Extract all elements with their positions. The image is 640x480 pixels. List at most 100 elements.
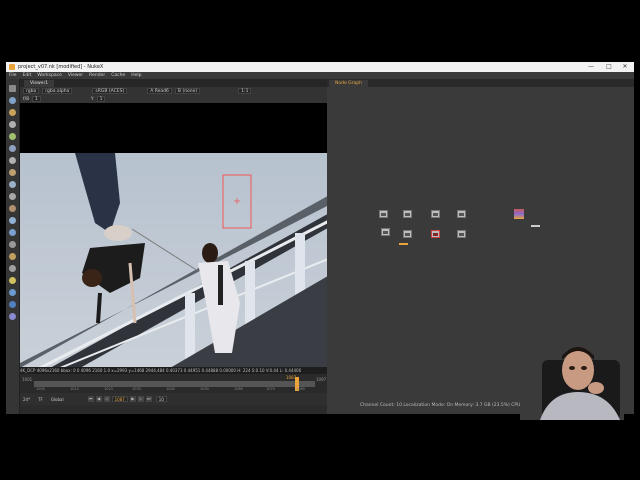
- playhead-frame: 1087: [286, 375, 297, 380]
- transform-tool-icon[interactable]: [9, 181, 16, 188]
- node-dot[interactable]: [531, 225, 540, 227]
- node-thumbnail: [459, 213, 464, 216]
- node-thumbnail: [405, 233, 410, 236]
- play-back-icon[interactable]: ◁: [103, 396, 110, 402]
- minimize-button[interactable]: —: [584, 62, 598, 72]
- fps-field[interactable]: 24*: [23, 397, 30, 402]
- viewer-info-bar: 4K_DCP 4096x2160 bbox: 0 0 4096 2160 1.0…: [20, 367, 327, 374]
- node-read-4[interactable]: [457, 210, 466, 218]
- current-frame-field[interactable]: 1087: [111, 396, 128, 402]
- menu-render[interactable]: Render: [89, 73, 105, 78]
- menu-viewer[interactable]: Viewer: [68, 73, 83, 78]
- time-tool-icon[interactable]: [9, 109, 16, 116]
- node-read-3[interactable]: [431, 210, 440, 218]
- channel-tool-icon[interactable]: [9, 121, 16, 128]
- range-dropdown[interactable]: Global: [51, 397, 64, 402]
- next-keyframe-icon[interactable]: ⏭: [145, 396, 152, 402]
- tab-viewer1[interactable]: Viewer1: [24, 80, 55, 87]
- timeline-start: 1001: [22, 377, 33, 382]
- time-format-dropdown[interactable]: TF: [38, 397, 43, 402]
- timeline-tick-10: 1089: [296, 387, 305, 391]
- node-thumbnail: [383, 231, 388, 234]
- viewer-node[interactable]: [399, 243, 408, 245]
- gain-field[interactable]: 1: [31, 96, 41, 102]
- fstop-label: f/8: [23, 96, 29, 102]
- channels-dropdown[interactable]: rgba: [23, 88, 40, 94]
- playback-controls: 24* TF Global ⏮ ◀ ◁ 1087 ▶ ▷ ⏭ 10: [20, 393, 327, 405]
- viewer-controls-row2: f/8 1 Y 1: [20, 95, 327, 103]
- input-b-dropdown[interactable]: B (none): [174, 88, 201, 94]
- timeline-tick-8: 1070: [266, 387, 275, 391]
- node-thumbnail: [381, 213, 386, 216]
- maximize-button[interactable]: □: [602, 62, 616, 72]
- plugin-tool-icon[interactable]: [9, 313, 16, 320]
- zoom-dropdown[interactable]: 1:1: [238, 88, 252, 94]
- node-thumbnail: [433, 233, 438, 236]
- timeline-tick-1: 1005: [36, 387, 45, 391]
- prev-keyframe-icon[interactable]: ⏮: [87, 396, 94, 402]
- metadata-tool-icon[interactable]: [9, 217, 16, 224]
- gamma-label: Y: [90, 96, 94, 102]
- node-thumbnail: [433, 213, 438, 216]
- other-tool-icon[interactable]: [9, 265, 16, 272]
- node-read-5[interactable]: [381, 228, 390, 236]
- keyer-tool-icon[interactable]: [9, 157, 16, 164]
- menu-file[interactable]: File: [9, 73, 17, 78]
- image-tool-icon[interactable]: [9, 85, 16, 92]
- close-button[interactable]: ✕: [618, 62, 632, 72]
- timeline-tick-5: 1040: [166, 387, 175, 391]
- timeline-tick-3: 1023: [104, 387, 113, 391]
- timeline[interactable]: 1001 1097 1087 1005 1014 1023 1030 1040 …: [20, 375, 327, 393]
- viewer-image[interactable]: [20, 153, 333, 368]
- color-tool-icon[interactable]: [9, 133, 16, 140]
- menu-help[interactable]: Help: [131, 73, 141, 78]
- menu-workspace[interactable]: Workspace: [37, 73, 62, 78]
- node-merge[interactable]: [514, 209, 524, 219]
- layer-dropdown[interactable]: rgba.alpha: [42, 88, 73, 94]
- menu-bar: File Edit Workspace Viewer Render Cache …: [6, 72, 634, 79]
- gizmo-tool-icon[interactable]: [9, 301, 16, 308]
- timeline-end: 1097: [316, 377, 327, 382]
- node-read-8[interactable]: [457, 230, 466, 238]
- node-read-6[interactable]: [403, 230, 412, 238]
- step-forward-icon[interactable]: ▷: [137, 396, 144, 402]
- filter-tool-icon[interactable]: [9, 145, 16, 152]
- menu-edit[interactable]: Edit: [23, 73, 32, 78]
- step-back-icon[interactable]: ◀: [95, 396, 102, 402]
- title-bar: project_v07.nk [modified] - NukeX — □ ✕: [6, 62, 634, 72]
- window-title: project_v07.nk [modified] - NukeX: [18, 64, 104, 70]
- node-read-2[interactable]: [403, 210, 412, 218]
- nodes-toolbar: [6, 79, 20, 414]
- node-thumbnail: [405, 213, 410, 216]
- deep-tool-icon[interactable]: [9, 241, 16, 248]
- node-read-1[interactable]: [379, 210, 388, 218]
- views-tool-icon[interactable]: [9, 205, 16, 212]
- input-a-dropdown[interactable]: A Read6: [147, 88, 172, 94]
- 3d-tool-icon[interactable]: [9, 193, 16, 200]
- tab-node-graph[interactable]: Node Graph: [329, 80, 368, 87]
- gamma-field[interactable]: 1: [96, 96, 106, 102]
- webcam-overlay: [520, 330, 624, 420]
- timeline-tick-7: 1060: [234, 387, 243, 391]
- viewer-tabbar: Viewer1: [20, 79, 327, 87]
- play-forward-icon[interactable]: ▶: [129, 396, 136, 402]
- furnace-tool-icon[interactable]: [9, 277, 16, 284]
- toolsets-tool-icon[interactable]: [9, 253, 16, 260]
- menu-cache[interactable]: Cache: [111, 73, 125, 78]
- node-graph-tabbar: Node Graph: [327, 79, 634, 87]
- timeline-tick-6: 1050: [200, 387, 209, 391]
- viewer-panel: Viewer1 rgba rgba.alpha sRGB (ACES) A Re…: [20, 79, 333, 414]
- viewer-controls-row1: rgba rgba.alpha sRGB (ACES) A Read6 B (n…: [20, 87, 327, 95]
- viewer-letterbox: [20, 103, 333, 153]
- node-thumbnail: [459, 233, 464, 236]
- particles-tool-icon[interactable]: [9, 229, 16, 236]
- node-read-7[interactable]: [431, 230, 440, 238]
- merge-tool-icon[interactable]: [9, 169, 16, 176]
- colorspace-dropdown[interactable]: sRGB (ACES): [92, 88, 128, 94]
- timeline-tick-4: 1030: [132, 387, 141, 391]
- ofx-tool-icon[interactable]: [9, 289, 16, 296]
- step-field[interactable]: 10: [155, 396, 167, 402]
- nuke-app-icon: [9, 64, 15, 70]
- timeline-tick-2: 1014: [70, 387, 79, 391]
- draw-tool-icon[interactable]: [9, 97, 16, 104]
